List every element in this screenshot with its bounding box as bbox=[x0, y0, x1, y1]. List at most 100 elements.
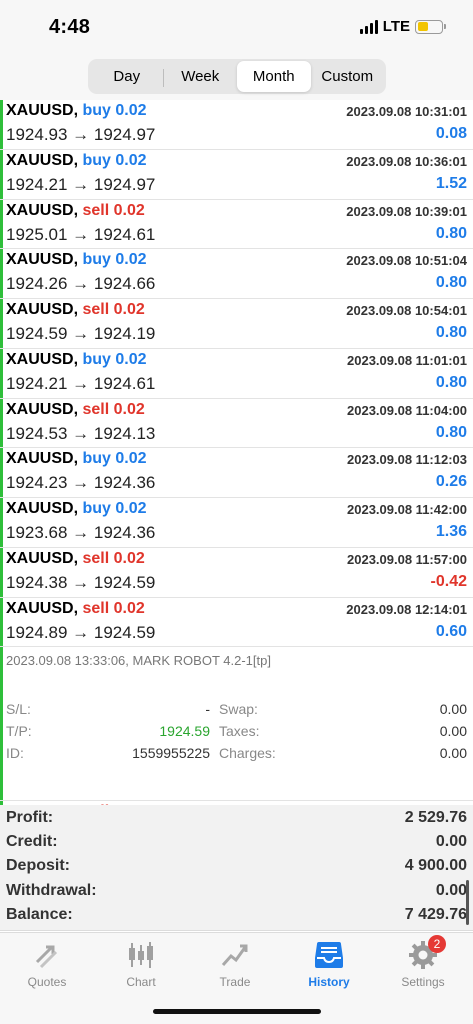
trade-datetime: 2023.09.08 12:14:01 bbox=[346, 601, 467, 617]
trade-row[interactable]: XAUUSD, sell 0.02 1924.59 → 1924.19 2023.0… bbox=[0, 299, 473, 349]
summary-value: 4 900.00 bbox=[404, 857, 467, 875]
tab-chart[interactable]: Chart bbox=[94, 939, 188, 995]
trade-row[interactable]: XAUUSD, buy 0.02 1924.21 → 1924.97 2023.09… bbox=[0, 149, 473, 200]
period-tab-label: Month bbox=[252, 68, 295, 85]
trade-title: XAUUSD, sell 0.02 bbox=[6, 401, 145, 419]
tab-label: Settings bbox=[401, 975, 445, 989]
trade-prices: 1924.26 → 1924.66 bbox=[6, 274, 156, 294]
summary-row: Profit: 2 529.76 bbox=[0, 809, 473, 833]
trade-row[interactable]: XAUUSD, buy 0.02 1924.93 → 1924.97 2023.09… bbox=[0, 100, 473, 150]
trade-profit: 1.36 bbox=[435, 523, 467, 540]
trade-datetime: 2023.09.08 10:36:01 bbox=[346, 153, 467, 169]
swap-value: 0.00 bbox=[439, 701, 467, 718]
status-time: 4:48 bbox=[49, 16, 91, 38]
trade-side: sell bbox=[82, 301, 110, 318]
trade-datetime: 2023.09.08 10:39:01 bbox=[346, 203, 467, 219]
position-indicator-bar bbox=[0, 647, 3, 801]
tab-quotes[interactable]: Quotes bbox=[0, 939, 94, 995]
trade-prices: 1924.89 → 1924.59 bbox=[6, 622, 156, 642]
trade-volume: 0.02 bbox=[113, 549, 145, 567]
trade-side: buy bbox=[82, 350, 111, 368]
trade-profit: 1.52 bbox=[435, 174, 467, 192]
taxes-value: 0.00 bbox=[439, 723, 467, 740]
trade-title: XAUUSD, buy 0.02 bbox=[6, 102, 147, 120]
trade-symbol: XAUUSD, bbox=[6, 301, 79, 318]
position-indicator-bar bbox=[0, 149, 3, 199]
trade-symbol: XAUUSD, bbox=[6, 350, 79, 368]
trade-symbol: XAUUSD, bbox=[6, 450, 79, 468]
trade-prices: 1925.01 → 1924.61 bbox=[6, 224, 156, 244]
period-tab-label: Day bbox=[113, 68, 141, 85]
tab-settings[interactable]: 2 Settings bbox=[376, 935, 470, 995]
trade-row[interactable]: XAUUSD, sell 0.02 1925.01 → 1924.61 2023.0… bbox=[0, 199, 473, 250]
trade-side: buy bbox=[82, 151, 111, 169]
trade-row[interactable]: XAUUSD, buy 0.02 1924.23 → 1924.36 2023.09… bbox=[0, 448, 473, 498]
notification-badge: 2 bbox=[428, 935, 446, 953]
trade-row[interactable]: XAUUSD, buy 0.02 1923.68 → 1924.36 2023.09… bbox=[0, 498, 473, 548]
trade-row[interactable]: XAUUSD, sell 0.02 1924.89 → 1924.59 2023.0… bbox=[0, 597, 473, 648]
tp-label: T/P: bbox=[6, 723, 32, 740]
trade-row[interactable]: XAUUSD, sell 0.02 1924.38 → 1924.59 2023.0… bbox=[0, 547, 473, 598]
tab-history[interactable]: History bbox=[282, 939, 376, 995]
trade-symbol: XAUUSD, bbox=[6, 201, 79, 219]
trade-side: sell bbox=[82, 549, 110, 567]
trade-volume: 0.02 bbox=[115, 350, 147, 368]
trade-details-panel: 2023.09.08 13:33:06, MARK ROBOT 4.2-1[tp… bbox=[0, 647, 473, 802]
trade-symbol: XAUUSD, bbox=[6, 599, 79, 617]
trade-datetime: 2023.09.08 10:51:04 bbox=[346, 253, 467, 269]
trade-side: buy bbox=[82, 251, 111, 269]
position-indicator-bar bbox=[0, 348, 3, 398]
charges-value: 0.00 bbox=[439, 745, 467, 762]
period-selector: Day Week Month Custom bbox=[88, 59, 386, 94]
swap-label: Swap: bbox=[219, 701, 258, 718]
trade-datetime: 2023.09.08 11:04:00 bbox=[347, 402, 467, 418]
trade-symbol: XAUUSD, bbox=[6, 400, 79, 418]
trade-title: XAUUSD, buy 0.02 bbox=[6, 152, 147, 170]
trade-profit: 0.80 bbox=[435, 423, 467, 441]
gear-icon: 2 bbox=[406, 935, 446, 971]
period-tab-custom[interactable]: Custom bbox=[311, 61, 385, 92]
trade-profit: 0.80 bbox=[435, 224, 467, 242]
history-inbox-icon bbox=[312, 939, 346, 971]
trade-prices: 1924.53 → 1924.13 bbox=[6, 423, 156, 443]
trade-datetime: 2023.09.08 11:42:00 bbox=[347, 502, 467, 517]
id-value: 1559955225 bbox=[132, 745, 210, 762]
summary-value: 7 429.76 bbox=[404, 905, 467, 923]
trade-side: sell bbox=[82, 400, 110, 418]
trade-row[interactable]: XAUUSD, buy 0.02 1924.21 → 1924.61 2023.09… bbox=[0, 348, 473, 399]
sl-value: - bbox=[205, 701, 210, 718]
trade-volume: 0.02 bbox=[113, 201, 145, 219]
trade-line-icon bbox=[218, 939, 252, 971]
home-indicator[interactable] bbox=[153, 1009, 321, 1014]
trade-side: sell bbox=[82, 201, 110, 219]
trade-volume: 0.02 bbox=[113, 400, 145, 418]
trade-side: sell bbox=[82, 599, 110, 617]
scroll-indicator[interactable] bbox=[466, 880, 469, 925]
position-indicator-bar bbox=[0, 398, 3, 448]
id-label: ID: bbox=[6, 745, 24, 762]
tab-label: Quotes bbox=[27, 975, 67, 989]
period-tab-day[interactable]: Day bbox=[90, 61, 164, 92]
trade-profit: 0.80 bbox=[435, 274, 467, 292]
period-tab-label: Custom bbox=[321, 68, 374, 85]
trade-title: XAUUSD, sell 0.02 bbox=[6, 301, 145, 319]
trade-datetime: 2023.09.08 11:01:01 bbox=[347, 352, 467, 368]
trade-row[interactable]: XAUUSD, sell 0.02 1924.53 → 1924.13 2023.0… bbox=[0, 398, 473, 449]
trade-side: buy bbox=[82, 500, 111, 517]
trade-profit: 0.80 bbox=[435, 373, 467, 391]
trade-datetime: 2023.09.08 11:12:03 bbox=[347, 452, 467, 468]
trade-profit: 0.08 bbox=[435, 125, 467, 142]
trade-row[interactable]: XAUUSD, buy 0.02 1924.26 → 1924.66 2023.09… bbox=[0, 249, 473, 299]
position-indicator-bar bbox=[0, 199, 3, 249]
trade-profit: 0.80 bbox=[435, 324, 467, 341]
trade-prices: 1924.38 → 1924.59 bbox=[6, 572, 156, 592]
tab-trade[interactable]: Trade bbox=[188, 939, 282, 995]
trade-prices: 1923.68 → 1924.36 bbox=[6, 523, 156, 542]
network-label: LTE bbox=[382, 18, 410, 35]
trade-symbol: XAUUSD, bbox=[6, 251, 79, 269]
trade-datetime: 2023.09.08 10:31:01 bbox=[346, 104, 467, 119]
period-tab-month[interactable]: Month bbox=[237, 61, 311, 92]
trade-prices: 1924.21 → 1924.61 bbox=[6, 373, 156, 393]
trade-prices: 1924.23 → 1924.36 bbox=[6, 473, 156, 493]
period-tab-week[interactable]: Week bbox=[164, 61, 238, 92]
